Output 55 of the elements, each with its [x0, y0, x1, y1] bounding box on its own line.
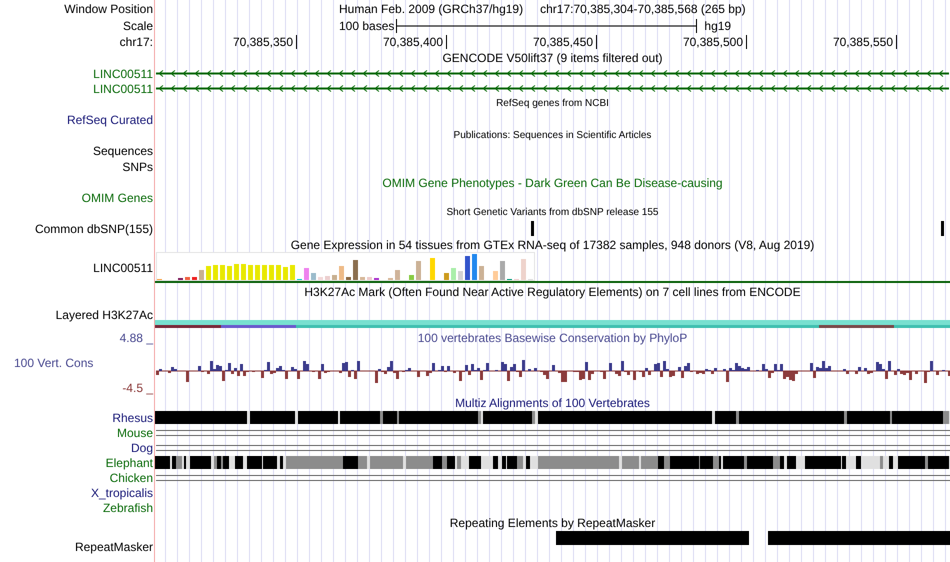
track-label[interactable]: Sequences	[92, 144, 153, 158]
row-label: Window Position	[64, 2, 153, 16]
track-title: GENCODE V50lift37 (9 items filtered out)	[442, 51, 663, 65]
track-title: Short Genetic Variants from dbSNP release 155	[446, 207, 658, 218]
expression-bars-drawing[interactable]	[156, 252, 535, 281]
tick-label: 70,385,450	[532, 35, 593, 49]
tick-mark	[596, 35, 597, 49]
position-range: chr17:70,385,304-70,385,568 (265 bp)	[540, 2, 746, 16]
species-label[interactable]: Rhesus	[112, 410, 153, 424]
species-label[interactable]: Mouse	[116, 426, 153, 440]
tick-label: 70,385,400	[382, 35, 443, 49]
alignment-gap-drawing[interactable]	[156, 430, 950, 436]
track-label[interactable]: Layered H3K27Ac	[56, 308, 153, 322]
tick-mark	[896, 35, 897, 49]
track-title: 100 vertebrates Basewise Conservation by PhyloP	[418, 331, 688, 345]
track-title: Repeating Elements by RepeatMasker	[450, 516, 656, 530]
track-label[interactable]: LINC00511	[93, 261, 153, 275]
track-title: Multiz Alignments of 100 Vertebrates	[455, 396, 650, 410]
row-label: Scale	[122, 18, 153, 32]
tick-mark	[296, 35, 297, 49]
row-label: chr17:	[120, 35, 153, 49]
gene-label[interactable]: LINC00511	[93, 66, 153, 80]
track-title: RefSeq genes from NCBI	[496, 98, 609, 109]
axis-max-label: 4.88 _	[120, 331, 153, 345]
species-label[interactable]: Elephant	[106, 456, 153, 470]
gene-drawing[interactable]	[156, 85, 949, 92]
assembly-name: hg19	[704, 18, 732, 32]
gene-drawing[interactable]	[156, 70, 949, 77]
track-title: Publications: Sequences in Scientific Articles	[454, 130, 652, 141]
track-title: OMIM Gene Phenotypes - Dark Green Can Be Disease-causing	[382, 176, 723, 190]
tick-label: 70,385,350	[232, 35, 293, 49]
tick-label: 70,385,500	[682, 35, 743, 49]
track-label[interactable]: RepeatMasker	[74, 540, 153, 554]
species-label[interactable]: Dog	[130, 440, 153, 454]
gene-label[interactable]: LINC00511	[93, 82, 153, 96]
scale-length: 100 bases	[339, 18, 394, 32]
tick-label: 70,385,550	[832, 35, 893, 49]
tick-mark	[746, 35, 747, 49]
species-label[interactable]: Chicken	[110, 470, 153, 484]
track-title: Gene Expression in 54 tissues from GTEx RNA-seq of 17382 samples, 948 donors (V8, Aug 2019)	[290, 238, 814, 252]
species-label[interactable]: X_tropicalis	[90, 486, 153, 500]
species-label[interactable]: Zebrafish	[102, 500, 153, 514]
track-label[interactable]: 100 Vert. Cons	[0, 356, 153, 370]
assembly-name: Human Feb. 2009 (GRCh37/hg19)	[339, 2, 524, 16]
track-label[interactable]: OMIM Genes	[82, 190, 153, 204]
alignment-blocks-drawing[interactable]	[155, 456, 950, 469]
track-label[interactable]: RefSeq Curated	[66, 112, 153, 126]
track-label[interactable]: Common dbSNP(155)	[34, 222, 153, 236]
axis-min-label: -4.5 _	[122, 381, 153, 395]
track-title: H3K27Ac Mark (Often Found Near Active Regulatory Elements) on 7 cell lines from ENCODE	[304, 285, 801, 299]
alignment-gap-drawing[interactable]	[156, 475, 950, 481]
alignment-blocks-drawing[interactable]	[155, 411, 950, 424]
tick-mark	[446, 35, 447, 49]
alignment-gap-drawing[interactable]	[156, 445, 950, 451]
track-label[interactable]: SNPs	[122, 160, 153, 174]
